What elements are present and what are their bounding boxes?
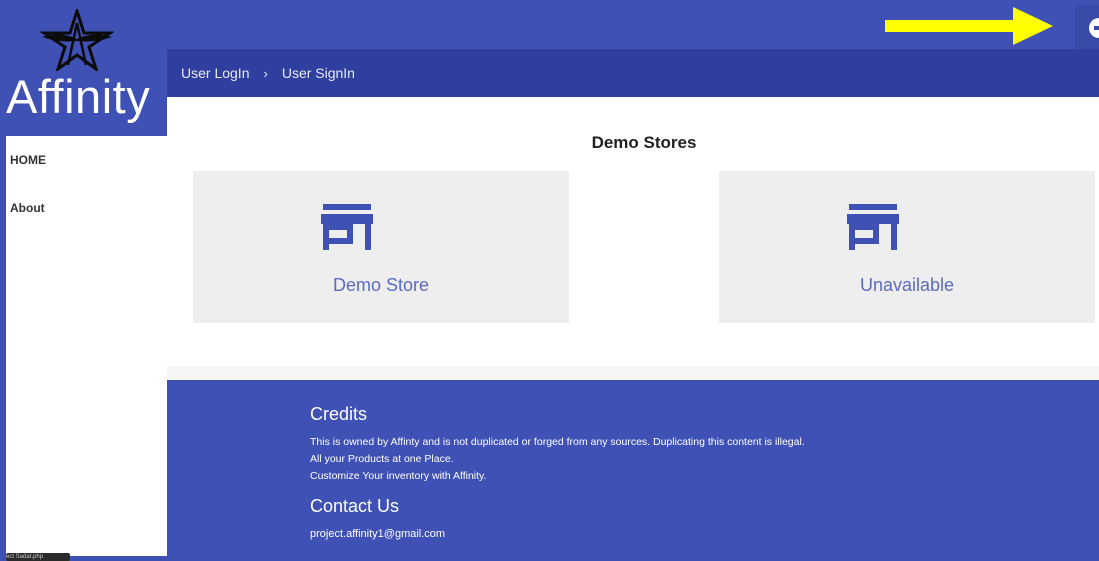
divider <box>167 366 1099 380</box>
store-icon <box>321 204 373 250</box>
store-card-unavailable[interactable]: Unavailable <box>719 171 1095 323</box>
footer: Credits This is owned by Affinty and is … <box>167 380 1099 556</box>
account-menu-button[interactable] <box>1075 5 1099 49</box>
yellow-arrow-icon <box>885 7 1053 45</box>
star-logo-icon <box>40 9 114 71</box>
credits-text: All your Products at one Place. <box>310 453 454 465</box>
breadcrumb-user-signin[interactable]: User SignIn <box>282 65 355 81</box>
breadcrumb-bar: User LogIn › User SignIn <box>167 49 1099 97</box>
store-icon <box>847 204 899 250</box>
sidebar-item-home[interactable]: HOME <box>10 153 46 167</box>
chevron-right-icon: › <box>263 65 268 81</box>
demo-stores-panel: Demo Stores Demo Store Unavailable <box>167 97 1099 366</box>
brand-logo[interactable]: Affinity <box>6 5 167 136</box>
sidebar-item-about[interactable]: About <box>10 201 45 215</box>
store-label: Demo Store <box>332 275 430 295</box>
status-tooltip: ect Sadar.php <box>6 553 70 561</box>
contact-email-link[interactable]: project.affinity1@gmail.com <box>310 528 445 540</box>
account-icon <box>1089 18 1099 38</box>
store-card-demo[interactable]: Demo Store <box>193 171 569 323</box>
brand-name: Affinity <box>6 70 151 123</box>
credits-heading: Credits <box>310 404 368 424</box>
page-title: Demo Stores <box>591 133 697 152</box>
breadcrumb-user-login[interactable]: User LogIn <box>181 65 249 81</box>
contact-heading: Contact Us <box>310 496 400 516</box>
breadcrumb: User LogIn › User SignIn <box>181 65 355 81</box>
credits-text: Customize Your inventory with Affinity. <box>310 470 487 482</box>
sidebar: Affinity HOME About ect Sadar.php <box>6 5 167 561</box>
store-label: Unavailable <box>859 275 955 295</box>
credits-text: This is owned by Affinty and is not dupl… <box>310 436 805 448</box>
top-app-bar <box>167 5 1099 49</box>
